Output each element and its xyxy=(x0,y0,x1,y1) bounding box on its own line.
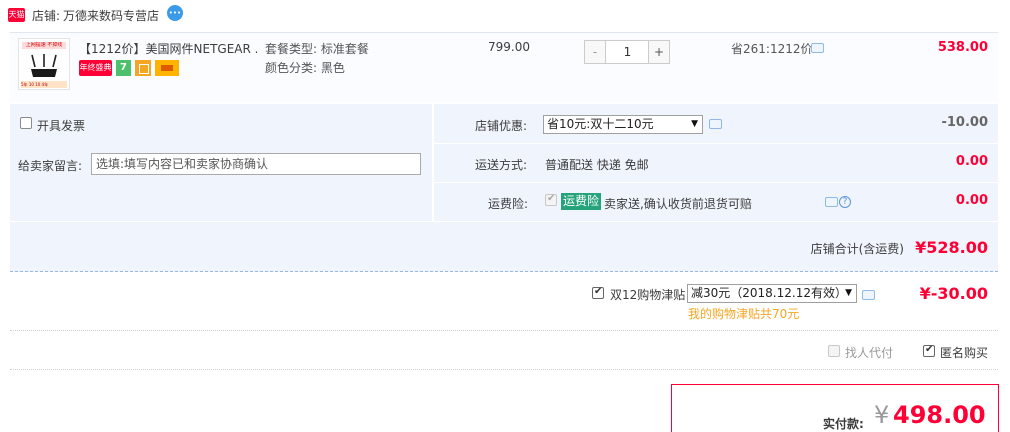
allowance-select-value: 减30元（2018.12.12有效） xyxy=(691,286,847,300)
store-name-link[interactable]: 万德来数码专营店 xyxy=(63,7,159,24)
allowance-info-icon[interactable] xyxy=(862,290,875,300)
section-divider xyxy=(10,330,998,331)
options-divider xyxy=(432,104,434,221)
allowance-note: 我的购物津贴共70元 xyxy=(688,307,800,321)
anonymous-label: 匿名购买 xyxy=(940,346,989,360)
payment-amount: 498.00 xyxy=(893,401,986,429)
memo-input[interactable]: 选填:填写内容已和卖家协商确认 xyxy=(91,153,421,175)
invoice-checkbox[interactable] xyxy=(20,117,32,129)
seven-day-return-icon: 7 xyxy=(116,60,131,76)
sku-color-value: 黑色 xyxy=(320,61,345,75)
discount-label: 店铺优惠: xyxy=(475,119,528,133)
allowance-checkbox[interactable] xyxy=(592,286,604,299)
unit-price: 799.00 xyxy=(488,40,530,54)
shipping-amount: 0.00 xyxy=(955,154,988,169)
tmall-badge-icon: 天猫 xyxy=(8,8,25,22)
item-total: 538.00 xyxy=(937,40,988,55)
insurance-text: 卖家送,确认收货前退货可赔 xyxy=(604,197,752,211)
proxy-pay-checkbox xyxy=(828,345,840,357)
wangwang-chat-icon[interactable]: ••• xyxy=(167,5,183,21)
shipping-value: 普通配送 快递 免邮 xyxy=(545,158,649,172)
sku-color: 颜色分类: 黑色 xyxy=(265,59,345,76)
insurance-checkbox xyxy=(545,193,557,206)
proxy-pay-label: 找人代付 xyxy=(845,346,894,360)
payment-currency: ¥ xyxy=(874,401,890,429)
subtotal-label: 店铺合计(含运费) xyxy=(810,242,904,256)
dropdown-arrow-icon: ▼ xyxy=(845,288,852,298)
quantity-input[interactable] xyxy=(607,41,648,63)
allowance-amount: ¥-30.00 xyxy=(919,284,988,303)
shipping-label: 运送方式: xyxy=(475,158,528,172)
anonymous-checkbox[interactable] xyxy=(923,344,935,357)
section-divider xyxy=(10,369,998,370)
item-title-link[interactable]: 【1212价】美国网件NETGEAR ... xyxy=(79,40,257,57)
sku-type: 套餐类型: 标准套餐 xyxy=(265,40,369,57)
thumbnail-bottom-text: 5年 10 10 4年 xyxy=(21,81,67,88)
memo-label: 给卖家留言: xyxy=(18,159,83,173)
insurance-label: 运费险: xyxy=(488,197,529,211)
subtotal-value: ¥528.00 xyxy=(915,238,988,257)
dropdown-arrow-icon: ▼ xyxy=(691,119,698,129)
saving-info-icon[interactable] xyxy=(811,43,824,53)
options-row-divider xyxy=(434,143,998,144)
payment-label: 实付款: xyxy=(823,417,864,431)
quantity-decrease-button[interactable]: - xyxy=(585,41,606,63)
insurance-amount: 0.00 xyxy=(955,193,988,208)
gift-icon xyxy=(135,60,151,76)
thumbnail-top-text: 上网提速 不掉线 xyxy=(22,42,66,49)
insurance-badge: 运费险 xyxy=(561,193,602,210)
help-icon[interactable]: ? xyxy=(839,196,851,208)
options-row-divider xyxy=(434,182,998,183)
product-thumbnail[interactable]: 上网提速 不掉线 5年 10 10 4年 xyxy=(18,38,70,90)
insurance-chat-icon[interactable] xyxy=(825,197,838,207)
store-label: 店铺: xyxy=(32,9,61,23)
discount-info-icon[interactable] xyxy=(709,119,722,129)
sku-color-label: 颜色分类: xyxy=(265,61,318,75)
router-image-icon xyxy=(31,54,57,77)
allowance-label: 双12购物津贴 xyxy=(610,288,686,302)
saving-text: 省261:1212价 xyxy=(731,42,813,56)
quantity-increase-button[interactable]: + xyxy=(648,41,669,63)
discount-amount: -10.00 xyxy=(941,115,988,130)
invoice-label: 开具发票 xyxy=(37,119,86,133)
quantity-stepper: - + xyxy=(584,40,670,64)
store-discount-value: 省10元:双十二10元 xyxy=(547,117,654,131)
promo-tag: 年终盛典 xyxy=(79,60,112,76)
sku-type-label: 套餐类型: xyxy=(265,42,318,56)
credit-card-icon xyxy=(155,60,179,76)
sku-type-value: 标准套餐 xyxy=(320,42,369,56)
store-discount-select[interactable]: 省10元:双十二10元 ▼ xyxy=(543,115,703,134)
allowance-select[interactable]: 减30元（2018.12.12有效） ▼ xyxy=(687,284,857,303)
